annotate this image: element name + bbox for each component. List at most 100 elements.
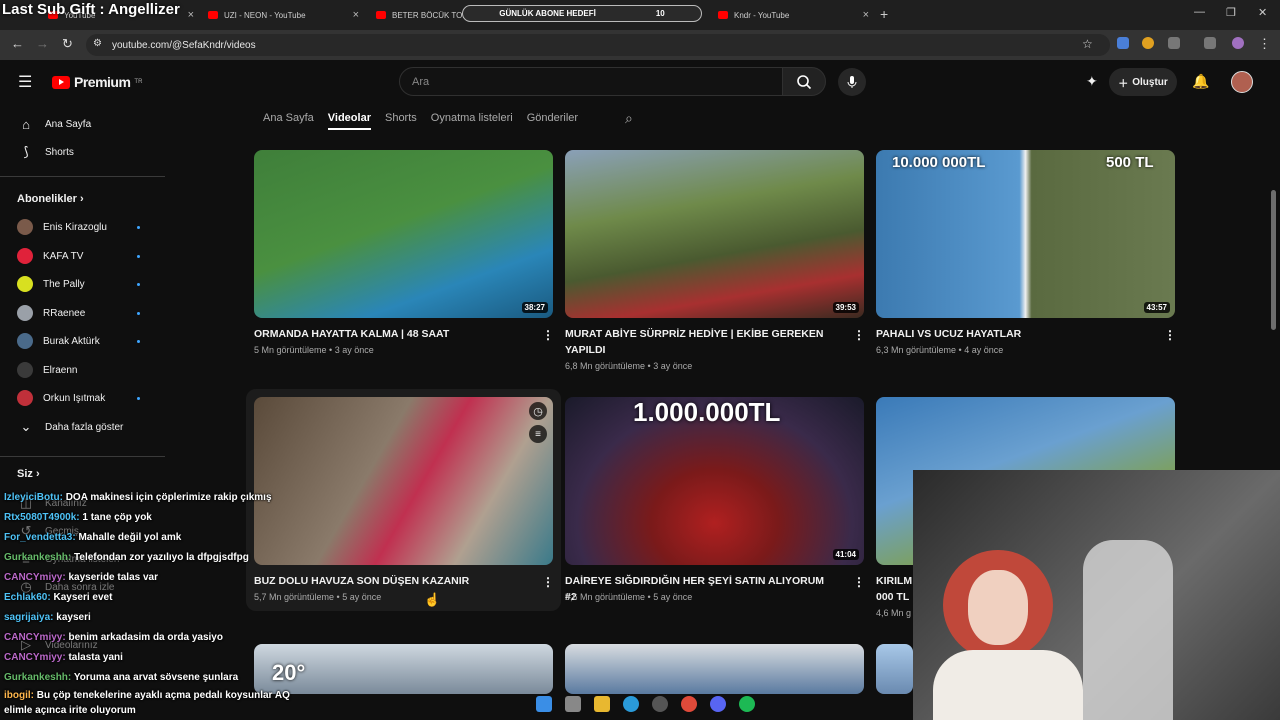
forward-arrow-icon[interactable]: → (36, 36, 49, 51)
video-meta: 6,3 Mn görüntüleme • 4 ay önce (876, 345, 1004, 355)
bookmark-star-icon[interactable]: ☆ (1082, 37, 1093, 51)
notification-bell-icon[interactable]: 🔔 (1192, 73, 1209, 90)
video-thumbnail[interactable]: 1.000.000TL 41:04 (565, 397, 864, 565)
shorts-icon: ⟆ (23, 144, 29, 159)
puzzle-icon[interactable] (1168, 37, 1180, 49)
chat-message: elimle açınca irite oluyorum (4, 705, 136, 716)
watch-later-icon[interactable]: ◷ (529, 402, 547, 420)
back-arrow-icon[interactable]: ← (11, 36, 24, 51)
show-more-button[interactable]: ⌄ Daha fazla göster (17, 416, 124, 438)
duration-badge: 38:27 (521, 302, 548, 313)
video-title[interactable]: ORMANDA HAYATTA KALMA | 48 SAAT (254, 326, 524, 342)
voice-search-button[interactable] (838, 68, 866, 96)
chat-message: Gurkankeshh: Yoruma ana arvat sövsene şu… (4, 672, 239, 683)
video-thumbnail[interactable]: 39:53 (565, 150, 864, 318)
search-input[interactable]: Ara (399, 67, 783, 96)
chat-message: CANCYmiyy: kayseride talas var (4, 572, 158, 583)
more-options-icon[interactable]: ⋮ (1164, 328, 1176, 342)
youtube-favicon-icon (208, 11, 218, 19)
discord-icon[interactable] (709, 696, 726, 712)
tab-playlists[interactable]: Oynatma listeleri (431, 112, 513, 124)
file-explorer-icon[interactable] (593, 696, 610, 712)
channel-avatar (17, 305, 33, 321)
hamburger-menu-icon[interactable]: ☰ (18, 72, 32, 92)
sidebar-item-subscription[interactable]: The Pally (17, 273, 140, 295)
site-info-icon[interactable]: ⚙ (93, 38, 102, 49)
sidebar-item-subscription[interactable]: Orkun Işıtmak (17, 387, 140, 409)
sidebar-item-subscription[interactable]: Burak Aktürk (17, 330, 140, 352)
tab-home[interactable]: Ana Sayfa (263, 112, 314, 124)
sidebar-item-subscription[interactable]: KAFA TV (17, 245, 140, 267)
youtube-favicon-icon (718, 11, 728, 19)
video-meta: 4,6 Mn g (876, 608, 912, 618)
tab-shorts[interactable]: Shorts (385, 112, 417, 124)
spotify-icon[interactable] (738, 696, 755, 712)
new-content-dot (137, 339, 140, 343)
extension-icon[interactable] (1142, 37, 1154, 49)
new-content-dot (137, 254, 140, 258)
close-tab-icon[interactable]: × (863, 9, 869, 21)
subscriptions-header[interactable]: Abonelikler › (17, 193, 84, 205)
sidebar-item-home[interactable]: ⌂ Ana Sayfa (17, 113, 91, 135)
sidebar-item-subscription[interactable]: Enis Kirazoglu (17, 216, 140, 238)
sidebar-divider (0, 176, 165, 177)
browser-tab[interactable]: UZI - NEON - YouTube × (200, 4, 365, 26)
browser-menu-icon[interactable]: ⋮ (1258, 36, 1271, 52)
minimize-icon[interactable]: — (1194, 6, 1205, 18)
video-meta: 6,8 Mn görüntüleme • 3 ay önce (565, 361, 693, 371)
video-title[interactable]: MURAT ABİYE SÜRPRİZ HEDİYE | EKİBE GEREK… (565, 326, 835, 358)
edge-icon[interactable] (622, 696, 639, 712)
you-header[interactable]: Siz › (17, 468, 40, 480)
more-options-icon[interactable]: ⋮ (542, 328, 554, 342)
tab-videos[interactable]: Videolar (327, 112, 371, 130)
more-options-icon[interactable]: ⋮ (853, 575, 865, 589)
thumbnail-text: 10.000 000TL (892, 154, 986, 171)
more-options-icon[interactable]: ⋮ (853, 328, 865, 342)
video-thumbnail[interactable] (565, 644, 864, 694)
add-to-queue-icon[interactable]: ≡ (529, 425, 547, 443)
chat-message: IzleyiciBotu: DOA makinesi için çöplerim… (4, 492, 272, 503)
video-thumbnail[interactable] (876, 644, 913, 694)
chrome-icon[interactable] (680, 696, 697, 712)
page-scrollbar[interactable] (1271, 190, 1276, 330)
streamer-body (933, 650, 1083, 720)
video-thumbnail[interactable]: 38:27 (254, 150, 553, 318)
close-tab-icon[interactable]: × (188, 9, 194, 21)
reload-icon[interactable]: ↻ (62, 36, 73, 52)
create-button[interactable]: ＋ Oluştur (1109, 68, 1177, 96)
chevron-right-icon: › (79, 193, 84, 205)
gaming-chair (1083, 540, 1173, 720)
avatar[interactable] (1231, 71, 1253, 93)
more-options-icon[interactable]: ⋮ (542, 575, 554, 589)
extension-icon[interactable] (1117, 37, 1129, 49)
browser-tab[interactable]: Kndr - YouTube × (710, 4, 875, 26)
sidebar-item-subscription[interactable]: RRaenee (17, 302, 140, 324)
microphone-icon (847, 76, 857, 88)
sidebar-item-shorts[interactable]: ⟆ Shorts (17, 141, 73, 163)
search-button[interactable] (782, 67, 826, 96)
youtube-logo[interactable]: Premium TR (52, 74, 142, 90)
media-icon[interactable] (1204, 37, 1216, 49)
obs-icon[interactable] (651, 696, 668, 712)
address-bar[interactable]: youtube.com/@SefaKndr/videos (86, 34, 1110, 56)
video-title[interactable]: KIRILM 000 TL (876, 573, 912, 605)
video-title[interactable]: PAHALI VS UCUZ HAYATLAR (876, 326, 1146, 342)
cast-icon[interactable]: ✦ (1086, 73, 1098, 90)
sub-gift-overlay: Last Sub Gift : Angellizer (2, 1, 180, 18)
taskbar (520, 690, 770, 718)
profile-icon[interactable] (1232, 37, 1244, 49)
plus-icon: ＋ (1118, 78, 1129, 90)
start-menu-icon[interactable] (535, 696, 552, 712)
close-tab-icon[interactable]: × (353, 9, 359, 21)
task-view-icon[interactable] (564, 696, 581, 712)
sidebar-item-subscription[interactable]: Elraenn (17, 359, 77, 381)
new-tab-button[interactable]: + (880, 6, 888, 22)
channel-avatar (17, 248, 33, 264)
window-close-icon[interactable]: ✕ (1258, 6, 1267, 19)
tab-posts[interactable]: Gönderiler (527, 112, 578, 124)
channel-search-icon[interactable]: ⌕ (625, 110, 633, 127)
chevron-down-icon: ⌄ (20, 419, 32, 434)
video-thumbnail[interactable]: 10.000 000TL 500 TL 43:57 (876, 150, 1175, 318)
channel-avatar (17, 390, 33, 406)
maximize-icon[interactable]: ❐ (1226, 6, 1236, 19)
